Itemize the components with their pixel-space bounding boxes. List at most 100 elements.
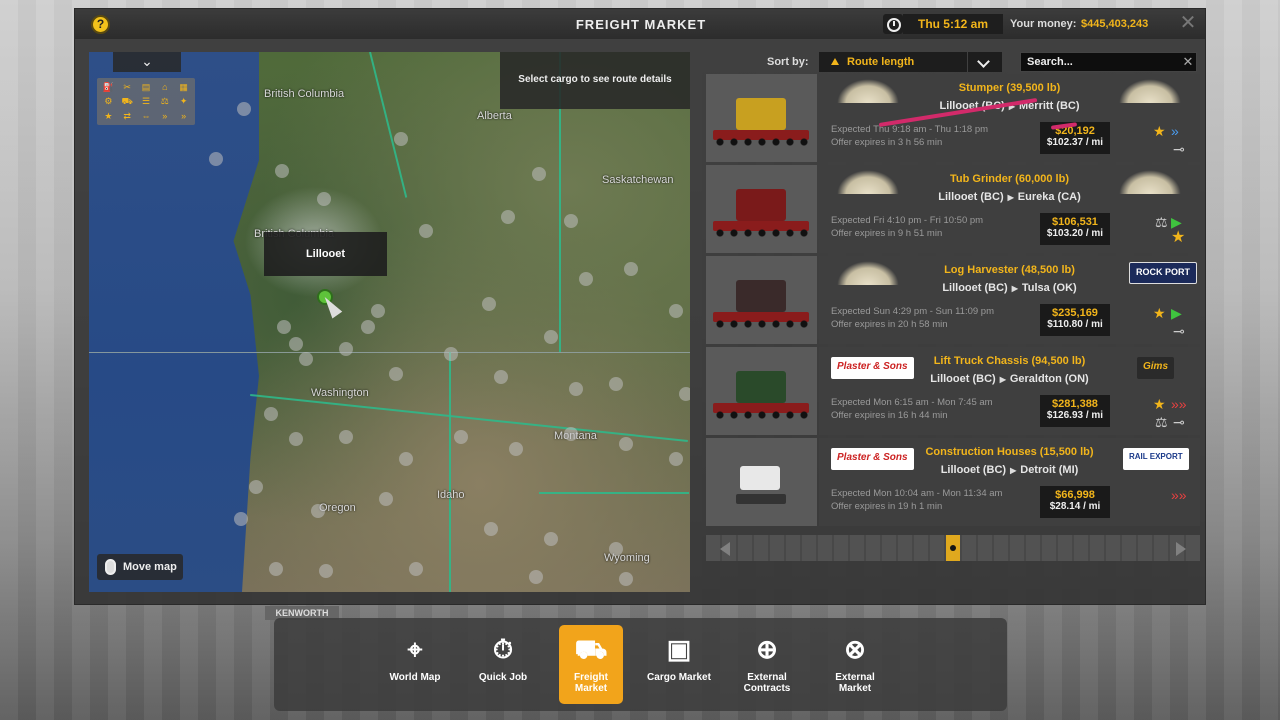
close-icon[interactable]: ✕: [1178, 13, 1198, 33]
chevron-left-icon[interactable]: [720, 542, 730, 556]
city-dot[interactable]: [311, 504, 325, 518]
city-dot[interactable]: [544, 330, 558, 344]
city-dot[interactable]: [619, 572, 633, 586]
map-filter-panel[interactable]: ⛽ ✂ ▤ ⌂ ▦ ⚙ ⛟ ☰ ⚖ ✦ ★ ⇄ ⇔ » »: [97, 78, 195, 125]
city-dot[interactable]: [277, 320, 291, 334]
offer-row[interactable]: Tub Grinder (60,000 lb) Lillooet (BC) ▶ Eu…: [706, 165, 1200, 253]
city-dot[interactable]: [669, 452, 683, 466]
city-dot[interactable]: [264, 407, 278, 421]
city-dot[interactable]: [379, 492, 393, 506]
city-dot[interactable]: [237, 102, 251, 116]
city-dot[interactable]: [389, 367, 403, 381]
city-dot[interactable]: [579, 272, 593, 286]
city-dot[interactable]: [609, 377, 623, 391]
city-dot[interactable]: [339, 430, 353, 444]
city-dot[interactable]: [234, 512, 248, 526]
nav-cargo-market[interactable]: ▣ Cargo Market: [647, 625, 711, 704]
city-dot[interactable]: [371, 304, 385, 318]
expected-time: Expected Fri 4:10 pm - Fri 10:50 pm: [831, 215, 984, 226]
rest-icon[interactable]: ☰: [137, 94, 156, 108]
city-dot[interactable]: [339, 342, 353, 356]
city-dot[interactable]: [419, 224, 433, 238]
price-box: $235,169 $110.80 / mi: [1040, 304, 1110, 336]
city-dot[interactable]: [319, 564, 333, 578]
city-dot[interactable]: [609, 542, 623, 556]
offer-icons: ⚖ ▶ ★: [1149, 213, 1197, 249]
city-dot[interactable]: [494, 370, 508, 384]
freight-market-window: ? FREIGHT MARKET Thu 5:12 am Your money:…: [74, 8, 1206, 605]
chevron-right-icon[interactable]: [1176, 542, 1186, 556]
city-dot[interactable]: [501, 210, 515, 224]
grid-icon[interactable]: ▦: [174, 80, 193, 94]
city-dot[interactable]: [289, 337, 303, 351]
city-dot[interactable]: [679, 387, 690, 401]
chevron-down-icon[interactable]: [968, 52, 1002, 72]
double-forward-icon[interactable]: »: [174, 109, 193, 123]
dealer-icon[interactable]: ✦: [174, 94, 193, 108]
garage-icon[interactable]: ⌂: [155, 80, 174, 94]
price-total: $106,531: [1052, 216, 1098, 228]
nav-freight-market[interactable]: ⛟ Freight Market: [559, 625, 623, 704]
nav-world-map[interactable]: ⌖ World Map: [383, 625, 447, 704]
city-dot[interactable]: [509, 442, 523, 456]
nav-quick-job[interactable]: ⏱ Quick Job: [471, 625, 535, 704]
truck-stop-icon[interactable]: ⛟: [118, 94, 137, 108]
parking-icon[interactable]: ▤: [137, 80, 156, 94]
city-dot[interactable]: [209, 152, 223, 166]
city-dot[interactable]: [619, 437, 633, 451]
cargo-name: Lift Truck Chassis (94,500 lb): [933, 355, 1086, 367]
star-icon: ★: [1153, 396, 1166, 412]
offer-expiry: Offer expires in 20 h 58 min: [831, 319, 948, 330]
city-dot[interactable]: [394, 132, 408, 146]
star-icon[interactable]: ★: [99, 109, 118, 123]
cargo-image: [740, 466, 780, 490]
offer-row[interactable]: ROCK PORT Log Harvester (48,500 lb) Lill…: [706, 256, 1200, 344]
offers-scrollbar[interactable]: [706, 535, 1200, 561]
city-dot[interactable]: [454, 430, 468, 444]
road-icon[interactable]: ⇄: [118, 109, 137, 123]
city-dot[interactable]: [484, 522, 498, 536]
city-dot[interactable]: [249, 480, 263, 494]
scrollbar-thumb[interactable]: [946, 535, 960, 561]
city-dot[interactable]: [361, 320, 375, 334]
fuel-icon[interactable]: ⛽: [99, 80, 118, 94]
city-dot[interactable]: [564, 427, 578, 441]
nav-external-contracts[interactable]: ⊕ External Contracts: [735, 625, 799, 704]
city-dot[interactable]: [564, 214, 578, 228]
city-dot[interactable]: [669, 304, 683, 318]
city-dot[interactable]: [299, 352, 313, 366]
city-dot[interactable]: [544, 532, 558, 546]
state-border: [250, 394, 688, 442]
offer-row[interactable]: Plaster & Sons RAIL EXPORT Construction …: [706, 438, 1200, 526]
city-dot[interactable]: [529, 570, 543, 584]
city-dot[interactable]: [444, 347, 458, 361]
offer-row[interactable]: Plaster & Sons Gims Lift Truck Chassis (…: [706, 347, 1200, 435]
search-input[interactable]: [1020, 52, 1197, 72]
quick-job-icon: ⏱: [492, 634, 514, 664]
question-icon[interactable]: ?: [91, 15, 110, 34]
clear-icon[interactable]: ✕: [1180, 53, 1196, 71]
offer-row[interactable]: Stumper (39,500 lb) Lillooet (BC) ▶ Merrit…: [706, 74, 1200, 162]
city-dot[interactable]: [399, 452, 413, 466]
city-dot[interactable]: [317, 192, 331, 206]
weigh-icon[interactable]: ⚖: [155, 94, 174, 108]
expected-time: Expected Mon 10:04 am - Mon 11:34 am: [831, 488, 1003, 499]
repair-icon[interactable]: ✂: [118, 80, 137, 94]
offer-details: Plaster & Sons RAIL EXPORT Construction …: [819, 438, 1200, 526]
gear-icon[interactable]: ⚙: [99, 94, 118, 108]
city-dot[interactable]: [624, 262, 638, 276]
city-dot[interactable]: [409, 562, 423, 576]
nav-external-market[interactable]: ⊗ External Market: [823, 625, 887, 704]
city-dot[interactable]: [532, 167, 546, 181]
sort-select[interactable]: Route length: [819, 52, 967, 72]
forward-icon[interactable]: »: [155, 109, 174, 123]
city-dot[interactable]: [569, 382, 583, 396]
ferry-icon[interactable]: ⇔: [137, 109, 156, 123]
chevron-down-icon[interactable]: ⌄: [113, 52, 181, 72]
city-dot[interactable]: [289, 432, 303, 446]
city-dot[interactable]: [275, 164, 289, 178]
world-map[interactable]: British Columbia Alberta Saskatchewan Br…: [89, 52, 690, 592]
route-from: Lillooet (BC): [942, 282, 1008, 294]
city-dot[interactable]: [482, 297, 496, 311]
city-dot[interactable]: [269, 562, 283, 576]
